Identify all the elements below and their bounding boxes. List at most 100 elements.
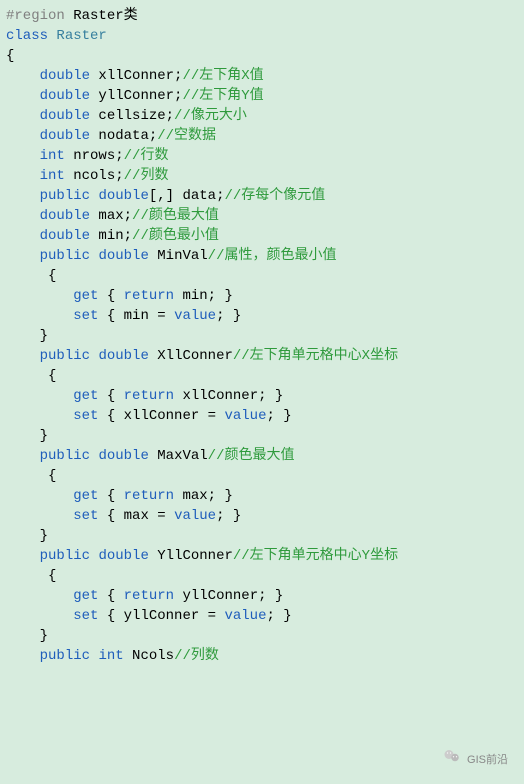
code-token-kw: double [40,208,90,224]
code-token-kw: get [73,488,98,504]
code-token-kw: double [98,348,148,364]
code-token-txt: Raster类 [65,8,138,24]
code-token-cm: //左下角Y值 [182,88,263,104]
code-token-cm: //存每个像元值 [224,188,325,204]
code-token-txt: { [40,368,57,384]
code-line: public double YllConner//左下角单元格中心Y坐标 [6,546,524,566]
code-token-kw: set [73,608,98,624]
code-token-cm: //左下角单元格中心Y坐标 [233,548,398,564]
code-token-txt: ; } [266,408,291,424]
code-token-txt: { [40,268,57,284]
code-line: public int Ncols//列数 [6,646,524,666]
code-token-txt: ; } [216,308,241,324]
code-token-cm: //颜色最大值 [132,208,219,224]
code-token-cm: //列数 [174,648,219,664]
code-token-kw: int [40,148,65,164]
code-token-txt: { yllConner = [98,608,224,624]
code-line: { [6,566,524,586]
code-line: get { return yllConner; } [6,586,524,606]
code-token-txt: ; } [216,508,241,524]
code-token-kw: return [124,588,174,604]
code-token-txt: xllConner; } [174,388,283,404]
code-token-cm: //左下角X值 [182,68,263,84]
code-token-txt: { [98,388,123,404]
code-line: class Raster [6,26,524,46]
code-line: double xllConner;//左下角X值 [6,66,524,86]
code-line: set { min = value; } [6,306,524,326]
code-token-kw: get [73,588,98,604]
code-token-kw: set [73,308,98,324]
code-token-txt: yllConner; [90,88,182,104]
code-token-txt: cellsize; [90,108,174,124]
code-token-txt: } [40,328,48,344]
code-token-cm: //空数据 [157,128,216,144]
code-token-kw: value [174,308,216,324]
code-line: } [6,426,524,446]
code-token-kw: return [124,288,174,304]
code-token-kw: double [98,448,148,464]
code-token-kw: public [40,648,90,664]
code-line: double nodata;//空数据 [6,126,524,146]
code-token-kw: double [98,188,148,204]
code-line: } [6,326,524,346]
code-line: get { return max; } [6,486,524,506]
code-token-txt: { [6,48,14,64]
code-token-txt: MinVal [149,248,208,264]
code-token-kw: value [224,408,266,424]
code-token-txt: min; [90,228,132,244]
code-token-txt: { [98,488,123,504]
code-token-kw: return [124,388,174,404]
code-token-cm: //颜色最大值 [208,448,295,464]
code-token-kw: double [40,88,90,104]
code-token-kw: double [98,548,148,564]
watermark: GIS前沿 [443,747,508,772]
code-token-kw: double [40,108,90,124]
code-token-kw: set [73,408,98,424]
code-line: public double[,] data;//存每个像元值 [6,186,524,206]
code-token-txt: } [40,628,48,644]
code-token-kw: int [40,168,65,184]
watermark-label: GIS前沿 [467,750,508,770]
code-token-txt: nodata; [90,128,157,144]
code-block: #region Raster类 class Raster { double xllC… [6,6,524,666]
code-token-kw: double [40,128,90,144]
code-token-txt: { xllConner = [98,408,224,424]
code-line: get { return min; } [6,286,524,306]
code-token-txt: { [40,468,57,484]
code-token-txt: { [40,568,57,584]
code-token-kw: double [40,68,90,84]
code-token-txt: nrows; [65,148,124,164]
code-token-cm: //左下角单元格中心X坐标 [233,348,398,364]
code-token-kw: value [224,608,266,624]
wechat-icon [443,747,461,772]
code-token-cm: //属性，颜色最小值 [208,248,337,264]
code-line: int nrows;//行数 [6,146,524,166]
code-line: { [6,266,524,286]
code-token-pp: #region [6,8,65,24]
code-line: { [6,366,524,386]
code-line: public double XllConner//左下角单元格中心X坐标 [6,346,524,366]
code-token-txt: { [98,588,123,604]
code-token-txt: { min = [98,308,174,324]
code-token-kw: public [40,448,90,464]
code-line: double yllConner;//左下角Y值 [6,86,524,106]
code-token-cm: //列数 [124,168,169,184]
code-token-cm: //行数 [124,148,169,164]
code-line: public double MaxVal//颜色最大值 [6,446,524,466]
code-line: set { yllConner = value; } [6,606,524,626]
code-token-kw: public [40,188,90,204]
code-token-kw: class [6,28,48,44]
code-line: { [6,466,524,486]
code-token-txt: [,] data; [149,188,225,204]
code-token-txt: YllConner [149,548,233,564]
code-token-txt: max; } [174,488,233,504]
code-line: double min;//颜色最小值 [6,226,524,246]
code-line: double cellsize;//像元大小 [6,106,524,126]
code-token-kw: get [73,388,98,404]
code-token-txt: xllConner; [90,68,182,84]
code-token-txt: { [98,288,123,304]
code-token-kw: public [40,348,90,364]
code-token-txt: } [40,428,48,444]
code-token-txt: MaxVal [149,448,208,464]
code-token-kw: return [124,488,174,504]
